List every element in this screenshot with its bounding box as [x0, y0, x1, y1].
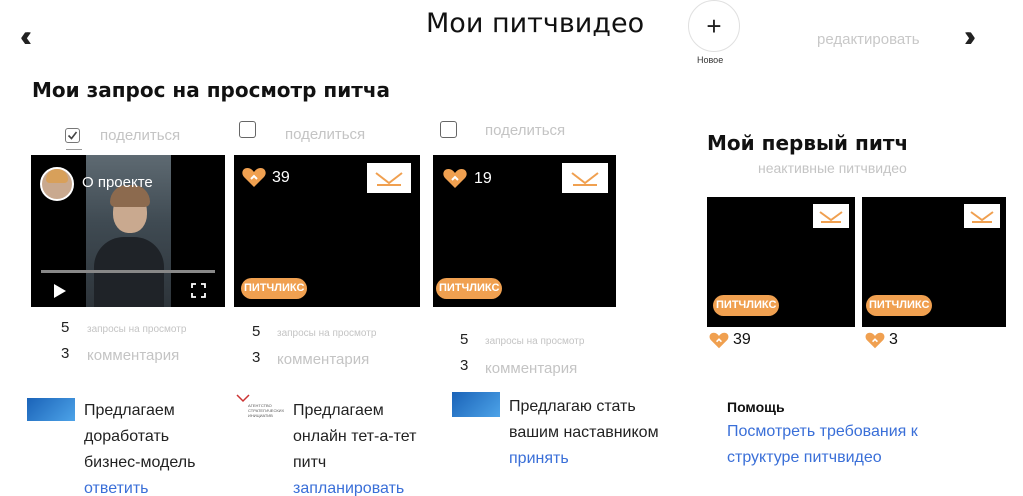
asi-logo: АГЕНТСТВО СТРАТЕГИЧЕСКИХ ИНИЦИАТИВ — [236, 393, 288, 419]
pitchlix-badge: ПИТЧЛИКС — [866, 295, 933, 316]
heart-like-icon — [865, 332, 885, 348]
requests-count: 5 — [252, 323, 261, 340]
schedule-link[interactable]: запланировать — [293, 476, 428, 496]
video-caption: О проекте — [82, 174, 153, 191]
comments-count: 3 — [252, 349, 261, 366]
plus-icon: + — [706, 10, 722, 41]
share-label[interactable]: поделиться — [100, 127, 180, 144]
share-checkbox[interactable] — [65, 128, 80, 143]
help-title: Помощь — [727, 399, 785, 415]
heart-like-icon — [443, 169, 467, 188]
comments-label[interactable]: комментария — [485, 360, 577, 377]
likes-count: 3 — [865, 331, 898, 349]
likes-value: 39 — [272, 169, 290, 186]
request-message: Предлагаем онлайн тет-а-тет питч — [293, 402, 417, 471]
likes-value: 3 — [889, 331, 898, 348]
pitch-video-thumbnail[interactable]: ПИТЧЛИКС — [707, 197, 855, 327]
checkmark-icon — [67, 131, 78, 140]
comments-count: 3 — [61, 345, 70, 362]
forward-double-chevron-icon[interactable]: ››› — [964, 22, 976, 52]
comments-label[interactable]: комментария — [277, 351, 369, 368]
edit-button[interactable]: редактировать — [817, 31, 920, 48]
back-double-chevron-icon[interactable]: ‹‹‹ — [20, 22, 32, 52]
sender-logo — [27, 398, 75, 421]
likes-value: 39 — [733, 331, 751, 348]
likes-value: 19 — [474, 170, 492, 187]
requests-label: запросы на просмотр — [277, 328, 377, 339]
requests-label: запросы на просмотр — [485, 336, 585, 347]
request-message-card: Предлагаем доработать бизнес-модель отве… — [84, 398, 224, 496]
pitchlix-logo — [562, 163, 608, 193]
heart-like-icon — [709, 332, 729, 348]
inactive-videos-link[interactable]: неактивные питчвидео — [758, 160, 907, 176]
comments-count: 3 — [460, 357, 469, 374]
requests-label: запросы на просмотр — [87, 324, 187, 335]
asi-logo-text: АГЕНТСТВО СТРАТЕГИЧЕСКИХ ИНИЦИАТИВ — [248, 403, 285, 418]
pitchlix-logo — [813, 204, 849, 228]
requests-count: 5 — [61, 319, 70, 336]
requests-count: 5 — [460, 331, 469, 348]
likes-count: 39 — [709, 331, 751, 349]
request-message-card: Предлагаю стать вашим наставником принят… — [509, 394, 659, 472]
first-pitch-heading: Мой первый питч — [707, 131, 909, 155]
pitchlix-badge: ПИТЧЛИКС — [241, 278, 308, 299]
share-checkbox[interactable] — [239, 121, 256, 138]
video-player[interactable]: 19 ПИТЧЛИКС — [433, 155, 616, 307]
request-message: Предлагаем доработать бизнес-модель — [84, 402, 196, 471]
fullscreen-icon[interactable] — [191, 283, 206, 298]
pitch-video-thumbnail[interactable]: ПИТЧЛИКС — [862, 197, 1006, 327]
checkbox-underline — [66, 149, 82, 150]
request-message: Предлагаю стать вашим наставником — [509, 398, 659, 441]
share-label[interactable]: поделиться — [285, 126, 365, 143]
play-icon[interactable] — [53, 283, 67, 299]
sender-logo — [452, 392, 500, 417]
video-player[interactable]: О проекте — [31, 155, 225, 307]
share-checkbox[interactable] — [440, 121, 457, 138]
pitchlix-badge: ПИТЧЛИКС — [713, 295, 780, 316]
accept-link[interactable]: принять — [509, 446, 659, 472]
page-title: Мои питчвидео — [426, 8, 645, 39]
heart-like-icon — [242, 168, 266, 187]
avatar — [40, 167, 74, 201]
pitchlix-badge: ПИТЧЛИКС — [436, 278, 503, 299]
pitchlix-logo — [367, 163, 411, 193]
likes-count: 19 — [474, 170, 492, 188]
pitchlix-logo — [964, 204, 1000, 228]
comments-label[interactable]: комментария — [87, 347, 179, 364]
requirements-link[interactable]: Посмотреть требования к структуре питчви… — [727, 419, 967, 471]
new-pitch-label: Новое — [697, 55, 724, 65]
share-label[interactable]: поделиться — [485, 122, 565, 139]
requests-section-heading: Мои запрос на просмотр питча — [32, 78, 391, 102]
request-message-card: Предлагаем онлайн тет-а-тет питч заплани… — [293, 398, 428, 496]
video-progress-bar[interactable] — [41, 270, 215, 273]
new-pitch-button[interactable]: + — [688, 0, 740, 52]
likes-count: 39 — [272, 169, 290, 187]
video-player[interactable]: 39 ПИТЧЛИКС — [234, 155, 420, 307]
reply-link[interactable]: ответить — [84, 476, 224, 496]
